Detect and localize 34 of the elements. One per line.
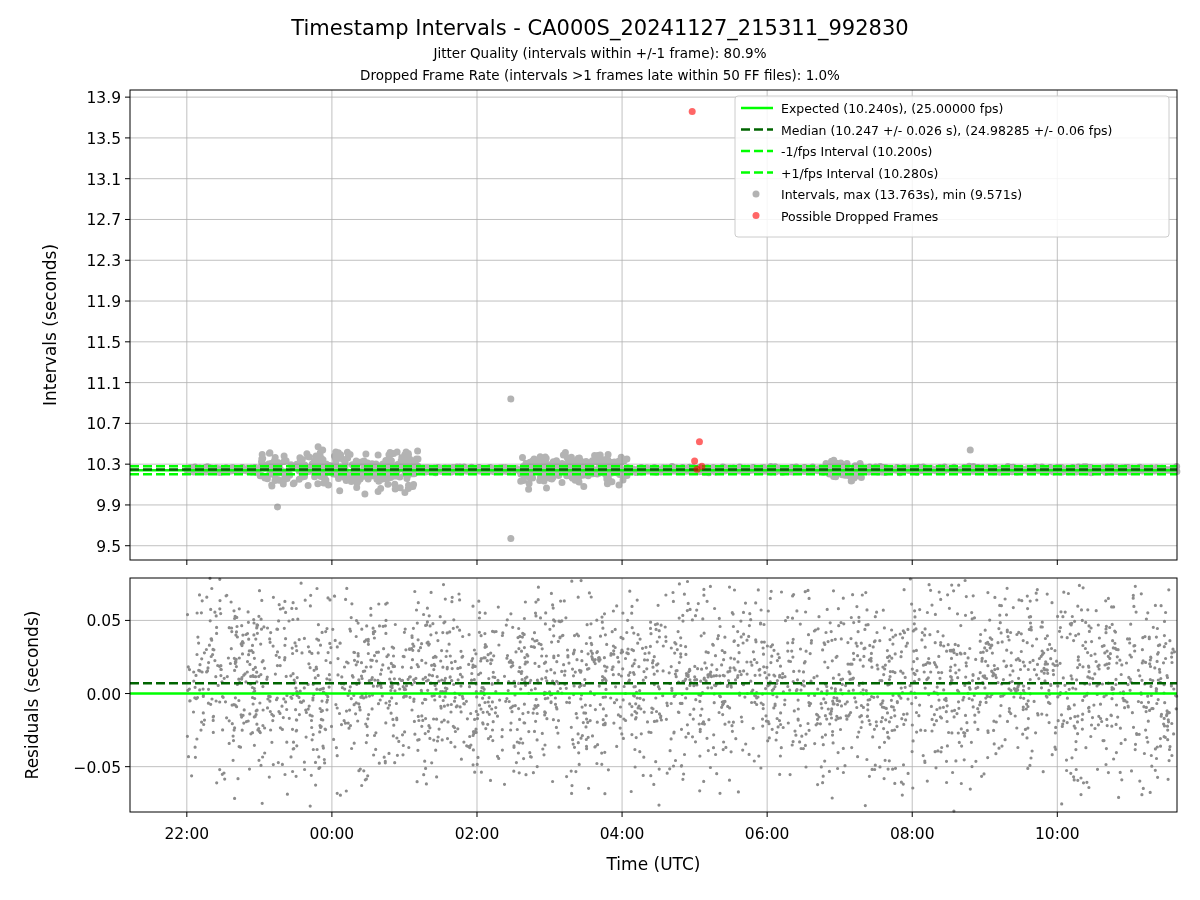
axis-title: Time (UTC) [606,854,701,874]
tick-label: 0.00 [86,685,121,704]
tick-label: 13.9 [86,89,121,108]
tick-label: 13.5 [86,129,121,148]
legend-label: Intervals, max (13.763s), min (9.571s) [781,187,1023,202]
tick-label: 00:00 [309,825,355,843]
tick-label: 11.9 [86,293,121,312]
tick-label: 9.9 [96,496,121,515]
tick-label: 12.7 [86,211,121,230]
tick-label: 10:00 [1034,825,1080,843]
chart-subtitle: Dropped Frame Rate (intervals >1 frames late within 50 FF files): 1.0% [360,66,840,85]
tick-label: 9.5 [96,537,121,556]
chart-subtitle: Jitter Quality (intervals within +/-1 frame): 80.9% [433,44,767,63]
legend-label: +1/fps Interval (10.280s) [781,165,939,181]
tick-label: 13.1 [86,170,121,189]
legend-label: Possible Dropped Frames [781,208,939,224]
tick-label: 06:00 [744,825,790,843]
legend-label: -1/fps Interval (10.200s) [781,144,933,159]
tick-label: 11.5 [86,333,121,352]
tick-label: 02:00 [454,825,500,843]
chart-title: Timestamp Intervals - CA000S_20241127_215311_992830 [291,15,909,42]
tick-label: 22:00 [164,825,210,843]
tick-label: 10.3 [86,456,121,475]
tick-label: 04:00 [599,825,645,843]
tick-label: 11.1 [86,374,121,393]
tick-label: −0.05 [73,758,121,777]
axis-title: Residuals (seconds) [22,610,42,780]
tick-label: 12.3 [86,252,121,271]
tick-label: 08:00 [889,825,935,843]
tick-label: 10.7 [86,415,121,434]
legend-label: Expected (10.240s), (25.00000 fps) [781,101,1004,116]
axis-title: Intervals (seconds) [40,243,60,407]
tick-label: 0.05 [86,612,121,631]
legend-label: Median (10.247 +/- 0.026 s), (24.98285 +/- 0.06 fps) [781,122,1113,138]
